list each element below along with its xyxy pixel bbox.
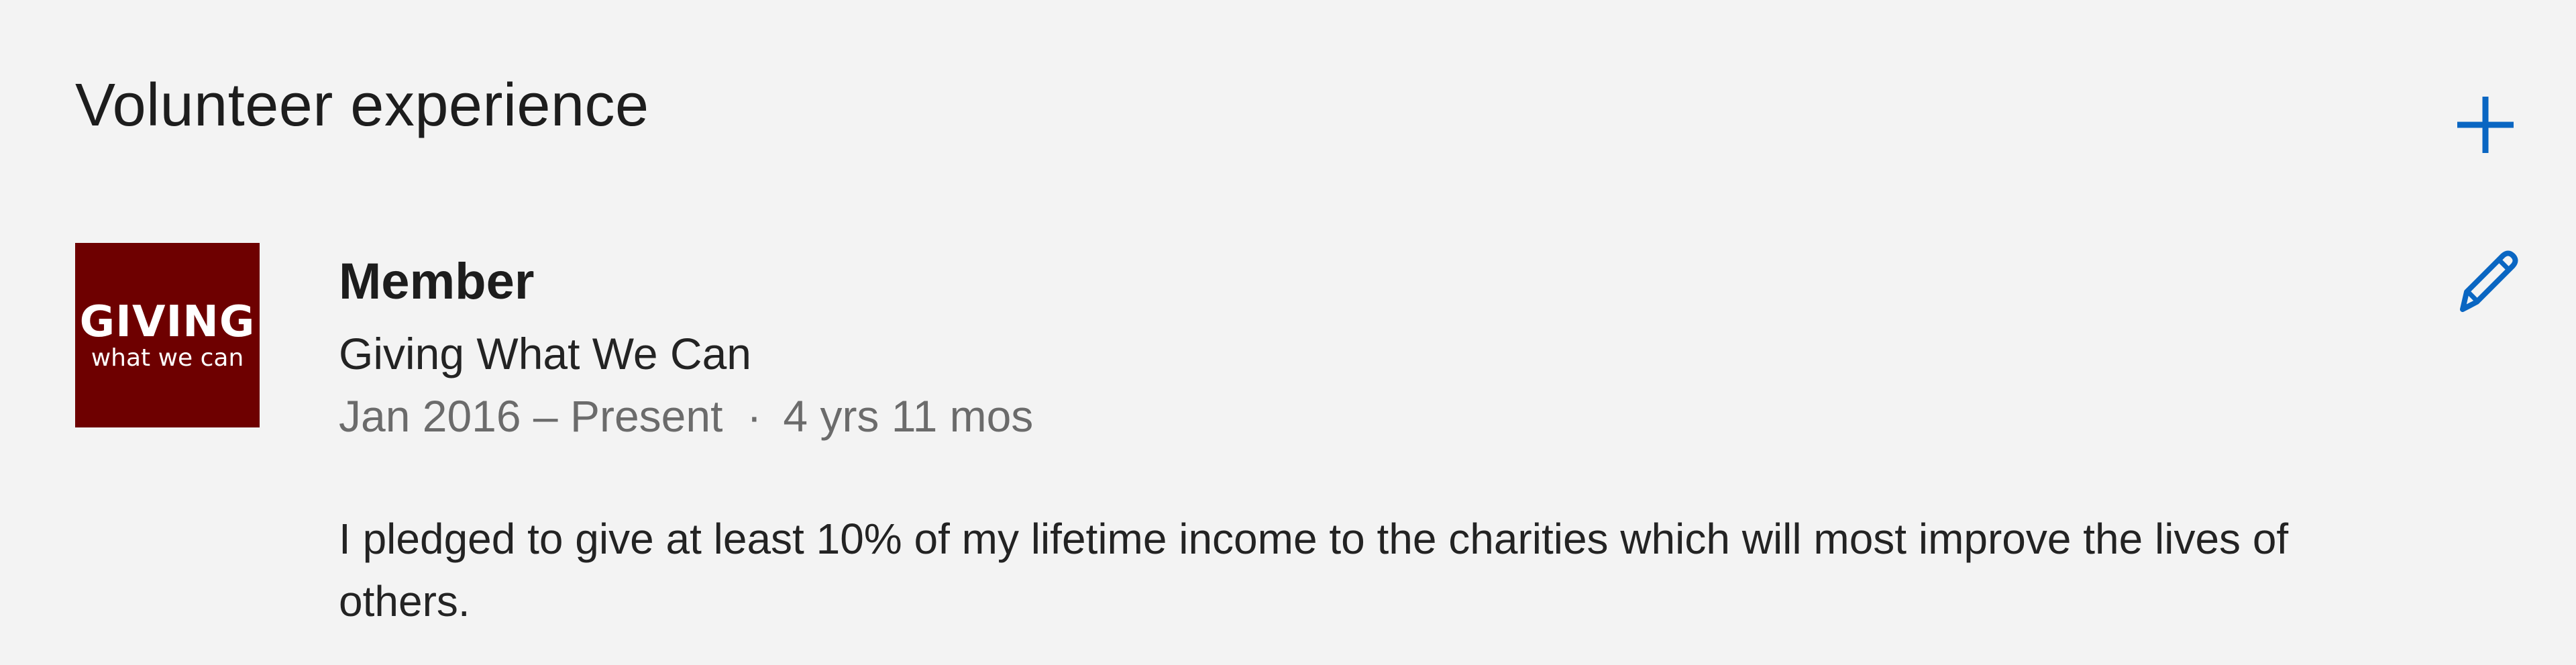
date-range: Jan 2016 – Present bbox=[339, 391, 723, 441]
separator-dot: · bbox=[747, 391, 762, 441]
role-title: Member bbox=[339, 253, 535, 310]
entry-description: I pledged to give at least 10% of my lif… bbox=[339, 515, 2289, 625]
entry-dates: Jan 2016 – Present · 4 yrs 11 mos bbox=[339, 389, 1033, 443]
pencil-icon bbox=[2453, 248, 2520, 318]
add-volunteer-experience-button[interactable] bbox=[2442, 83, 2529, 170]
duration: 4 yrs 11 mos bbox=[783, 391, 1034, 441]
section-title: Volunteer experience bbox=[75, 72, 649, 139]
plus-icon bbox=[2453, 93, 2518, 160]
edit-volunteer-entry-button[interactable] bbox=[2443, 239, 2530, 326]
organization-name: Giving What We Can bbox=[339, 329, 752, 378]
volunteer-experience-section: Volunteer experience GIVING what we can … bbox=[0, 0, 2576, 665]
organization-logo[interactable]: GIVING what we can bbox=[75, 243, 260, 427]
logo-sub-text: what we can bbox=[91, 344, 244, 372]
logo-main-text: GIVING bbox=[79, 297, 256, 347]
